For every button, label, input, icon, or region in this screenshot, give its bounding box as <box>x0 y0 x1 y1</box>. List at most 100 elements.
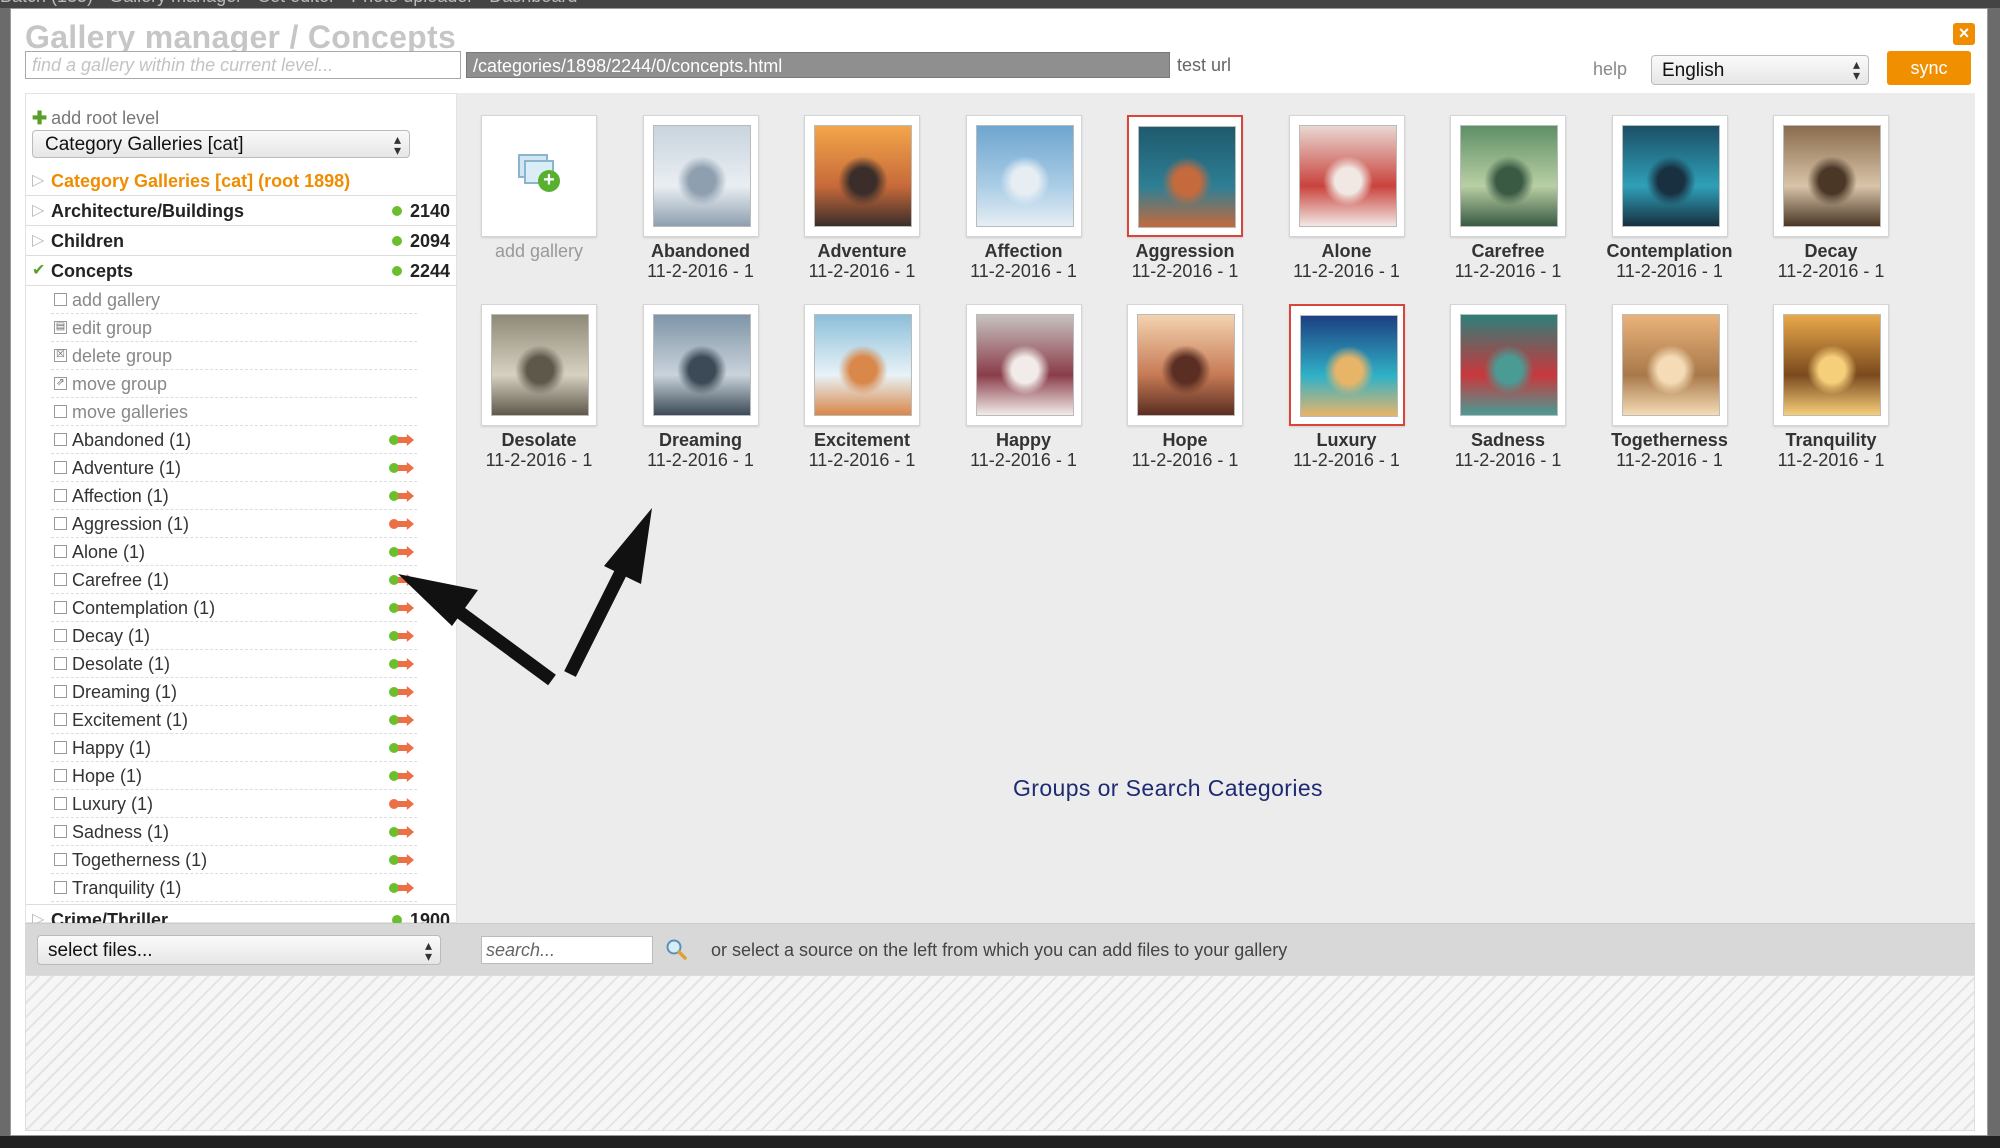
gallery-list-item[interactable]: Carefree (1) <box>51 566 417 594</box>
move-arrow-icon[interactable] <box>389 742 415 754</box>
checkbox[interactable] <box>54 545 67 558</box>
gallery-thumbnail[interactable] <box>975 125 1074 227</box>
file-search-input[interactable] <box>481 936 653 964</box>
checkbox[interactable] <box>54 657 67 670</box>
checkbox[interactable] <box>54 601 67 614</box>
chevron-right-icon[interactable]: ▷ <box>32 166 44 196</box>
action-delete-group[interactable]: ☒ delete group <box>51 342 417 370</box>
test-url-link[interactable]: test url <box>1177 55 1231 76</box>
move-arrow-icon[interactable] <box>389 602 415 614</box>
category-select[interactable]: Category Galleries [cat] ▴ ▾ <box>32 130 410 158</box>
gallery-tile[interactable]: Hope 11-2-2016 - 1 <box>1107 284 1257 470</box>
move-arrow-icon[interactable] <box>389 434 415 446</box>
tree-category[interactable]: ✔ Concepts 2244 <box>26 256 458 286</box>
gallery-list-item[interactable]: Togetherness (1) <box>51 846 417 874</box>
chevron-right-icon[interactable]: ▷ <box>32 196 44 226</box>
gallery-tile[interactable]: Togetherness 11-2-2016 - 1 <box>1592 284 1742 470</box>
move-arrow-icon[interactable] <box>389 714 415 726</box>
add-root-level-link[interactable]: ✚ add root level <box>32 108 159 129</box>
checkbox[interactable] <box>54 629 67 642</box>
tree-root[interactable]: ▷ Category Galleries [cat] (root 1898) <box>26 166 458 196</box>
gallery-list-item[interactable]: Hope (1) <box>51 762 417 790</box>
move-arrow-icon[interactable] <box>389 462 415 474</box>
action-move-group[interactable]: ⇗ move group <box>51 370 417 398</box>
move-arrow-icon[interactable] <box>389 686 415 698</box>
gallery-tile[interactable]: Alone 11-2-2016 - 1 <box>1269 95 1419 281</box>
gallery-tile[interactable]: Luxury 11-2-2016 - 1 <box>1269 284 1419 470</box>
move-arrow-icon[interactable] <box>389 490 415 502</box>
gallery-thumbnail[interactable] <box>1621 125 1720 227</box>
file-drop-zone[interactable] <box>25 975 1975 1131</box>
gallery-thumbnail[interactable] <box>1298 125 1397 227</box>
gallery-tile[interactable]: Carefree 11-2-2016 - 1 <box>1430 95 1580 281</box>
gallery-list-item[interactable]: Aggression (1) <box>51 510 417 538</box>
gallery-tile[interactable]: Tranquility 11-2-2016 - 1 <box>1753 284 1903 470</box>
gallery-thumbnail[interactable] <box>491 314 589 416</box>
checkbox[interactable] <box>54 769 67 782</box>
gallery-list-item[interactable]: Alone (1) <box>51 538 417 566</box>
gallery-list-item[interactable]: Luxury (1) <box>51 790 417 818</box>
gallery-list-item[interactable]: Adventure (1) <box>51 454 417 482</box>
close-icon[interactable]: × <box>1953 23 1975 45</box>
gallery-tile[interactable]: Dreaming 11-2-2016 - 1 <box>623 284 773 470</box>
checkbox[interactable] <box>54 741 67 754</box>
move-arrow-icon[interactable] <box>389 826 415 838</box>
url-field[interactable]: /categories/1898/2244/0/concepts.html <box>466 52 1170 78</box>
gallery-list-item[interactable]: Dreaming (1) <box>51 678 417 706</box>
gallery-thumbnail[interactable] <box>1783 125 1881 227</box>
chevron-down-icon[interactable]: ✔ <box>32 256 45 286</box>
gallery-thumbnail[interactable] <box>1299 315 1398 417</box>
gallery-tile[interactable]: Adventure 11-2-2016 - 1 <box>784 95 934 281</box>
gallery-list-item[interactable]: Decay (1) <box>51 622 417 650</box>
move-arrow-icon[interactable] <box>389 574 415 586</box>
gallery-list-item[interactable]: Sadness (1) <box>51 818 417 846</box>
gallery-list-item[interactable]: Happy (1) <box>51 734 417 762</box>
move-arrow-icon[interactable] <box>389 658 415 670</box>
language-select[interactable]: English ▴ ▾ <box>1651 55 1869 85</box>
gallery-tile[interactable]: Affection 11-2-2016 - 1 <box>946 95 1096 281</box>
move-arrow-icon[interactable] <box>389 798 415 810</box>
checkbox[interactable] <box>54 825 67 838</box>
checkbox[interactable] <box>54 881 67 894</box>
gallery-list-item[interactable]: Affection (1) <box>51 482 417 510</box>
tree-category[interactable]: ▷ Architecture/Buildings 2140 <box>26 196 458 226</box>
move-arrow-icon[interactable] <box>389 518 415 530</box>
checkbox[interactable] <box>54 713 67 726</box>
move-arrow-icon[interactable] <box>389 630 415 642</box>
select-files-dropdown[interactable]: select files... ▴ ▾ <box>37 935 441 965</box>
chevron-right-icon[interactable]: ▷ <box>32 226 44 256</box>
checkbox[interactable] <box>54 517 67 530</box>
search-icon[interactable] <box>665 938 687 960</box>
gallery-tile[interactable]: Aggression 11-2-2016 - 1 <box>1107 95 1257 281</box>
gallery-thumbnail[interactable] <box>652 314 751 416</box>
gallery-thumbnail[interactable] <box>1460 314 1558 416</box>
gallery-thumbnail[interactable] <box>1460 125 1558 227</box>
gallery-thumbnail[interactable] <box>1138 126 1236 228</box>
checkbox[interactable] <box>54 685 67 698</box>
gallery-thumbnail[interactable] <box>1621 314 1720 416</box>
gallery-list-item[interactable]: Contemplation (1) <box>51 594 417 622</box>
gallery-tile[interactable]: Decay 11-2-2016 - 1 <box>1753 95 1903 281</box>
tree-category[interactable]: ▷ Children 2094 <box>26 226 458 256</box>
gallery-list-item[interactable]: Excitement (1) <box>51 706 417 734</box>
checkbox[interactable] <box>54 489 67 502</box>
action-add-gallery[interactable]: add gallery <box>51 286 417 314</box>
gallery-thumbnail[interactable] <box>1137 314 1235 416</box>
gallery-list-item[interactable]: Desolate (1) <box>51 650 417 678</box>
move-arrow-icon[interactable] <box>389 882 415 894</box>
gallery-tile[interactable]: Excitement 11-2-2016 - 1 <box>784 284 934 470</box>
checkbox[interactable] <box>54 573 67 586</box>
gallery-list-item[interactable]: Abandoned (1) <box>51 426 417 454</box>
checkbox[interactable] <box>54 433 67 446</box>
checkbox[interactable] <box>54 461 67 474</box>
gallery-tile[interactable]: Contemplation 11-2-2016 - 1 <box>1592 95 1742 281</box>
gallery-thumbnail[interactable] <box>814 314 912 416</box>
gallery-thumbnail[interactable] <box>1783 314 1881 416</box>
action-edit-group[interactable]: ▤ edit group <box>51 314 417 342</box>
checkbox[interactable] <box>54 853 67 866</box>
gallery-tile[interactable]: Happy 11-2-2016 - 1 <box>946 284 1096 470</box>
gallery-tile[interactable]: Abandoned 11-2-2016 - 1 <box>623 95 773 281</box>
checkbox[interactable] <box>54 797 67 810</box>
help-link[interactable]: help <box>1593 59 1627 80</box>
add-gallery-tile[interactable]: + add gallery <box>461 95 611 275</box>
